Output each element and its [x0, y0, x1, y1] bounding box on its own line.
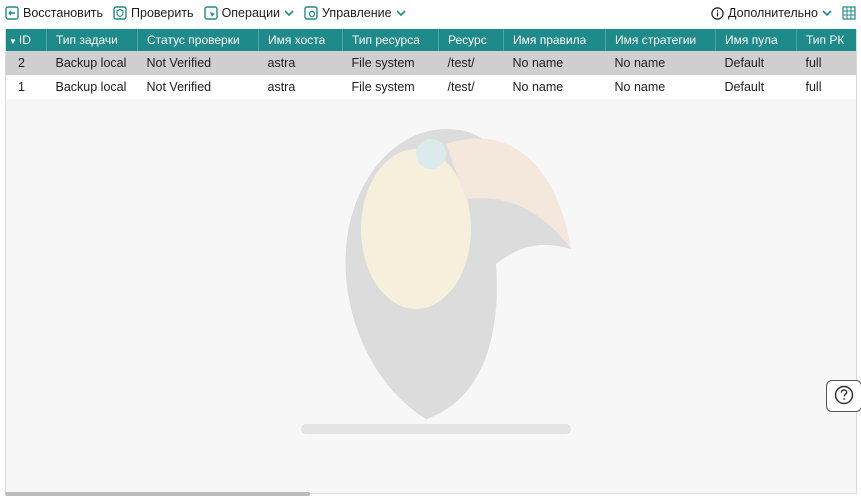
cell-resource: /test/ [438, 75, 504, 99]
info-icon [711, 6, 724, 20]
column-header-host-name[interactable]: Имя хоста [258, 29, 343, 51]
operations-label: Операции [221, 6, 281, 20]
cell-job-type: Backup local [46, 51, 138, 75]
column-header-id[interactable]: ▼ ID [6, 29, 47, 51]
management-icon [304, 6, 318, 20]
cell-id: 1 [6, 75, 47, 99]
cell-job-type: Backup local [46, 75, 138, 99]
cell-strategy-name: No name [605, 75, 716, 99]
column-header-pool-name[interactable]: Имя пула [715, 29, 797, 51]
operations-menu[interactable]: Операции [199, 0, 299, 26]
cell-pool-name: Default [715, 75, 797, 99]
restore-button[interactable]: Восстановить [0, 0, 108, 26]
cell-host-name: astra [258, 75, 343, 99]
restore-label: Восстановить [23, 6, 104, 20]
chevron-down-icon [395, 9, 406, 17]
more-menu[interactable]: Дополнительно [706, 0, 837, 26]
verify-button[interactable]: Проверить [108, 0, 199, 26]
toucan-watermark-icon [301, 129, 571, 434]
question-icon [834, 385, 854, 408]
table-row[interactable]: 1 Backup local Not Verified astra File s… [6, 75, 856, 99]
jobs-table-container: ▼ ID Тип задачи Статус проверки Имя хоста… [5, 29, 857, 494]
cell-resource: /test/ [438, 51, 504, 75]
horizontal-scrollbar[interactable] [5, 492, 310, 496]
sort-down-icon: ▼ [9, 37, 17, 46]
cell-verify-status: Not Verified [137, 51, 259, 75]
cell-resource-type: File system [342, 51, 439, 75]
chevron-down-icon [822, 9, 832, 17]
jobs-table: ▼ ID Тип задачи Статус проверки Имя хоста… [6, 29, 856, 99]
management-label: Управление [322, 6, 392, 20]
column-header-rule-name[interactable]: Имя правила [503, 29, 606, 51]
cell-resource-type: File system [342, 75, 439, 99]
restore-icon [5, 6, 19, 20]
cell-strategy-name: No name [605, 51, 716, 75]
more-label: Дополнительно [728, 6, 818, 20]
management-menu[interactable]: Управление [299, 0, 411, 26]
help-button[interactable] [826, 380, 861, 412]
cell-id: 2 [6, 51, 47, 75]
verify-label: Проверить [131, 6, 194, 20]
table-header-row: ▼ ID Тип задачи Статус проверки Имя хоста… [6, 29, 856, 51]
table-row[interactable]: 2 Backup local Not Verified astra File s… [6, 51, 856, 75]
toolbar: Восстановить Проверить Операции Управлен… [0, 0, 861, 26]
column-header-resource-type[interactable]: Тип ресурса [342, 29, 439, 51]
cell-rule-name: No name [503, 75, 606, 99]
column-header-strategy-name[interactable]: Имя стратегии [605, 29, 716, 51]
cell-rule-name: No name [503, 51, 606, 75]
table-settings-icon [842, 6, 856, 20]
cell-pool-name: Default [715, 51, 797, 75]
shield-check-icon [113, 6, 127, 20]
cell-host-name: astra [258, 51, 343, 75]
cell-backup-type: full [796, 51, 856, 75]
column-header-resource[interactable]: Ресурс [438, 29, 504, 51]
column-header-job-type[interactable]: Тип задачи [46, 29, 138, 51]
column-settings-button[interactable] [837, 0, 861, 26]
column-header-backup-type[interactable]: Тип РК [796, 29, 856, 51]
cell-verify-status: Not Verified [137, 75, 259, 99]
column-header-verify-status[interactable]: Статус проверки [137, 29, 259, 51]
chevron-down-icon [284, 9, 294, 17]
operations-icon [203, 6, 218, 20]
cell-backup-type: full [796, 75, 856, 99]
